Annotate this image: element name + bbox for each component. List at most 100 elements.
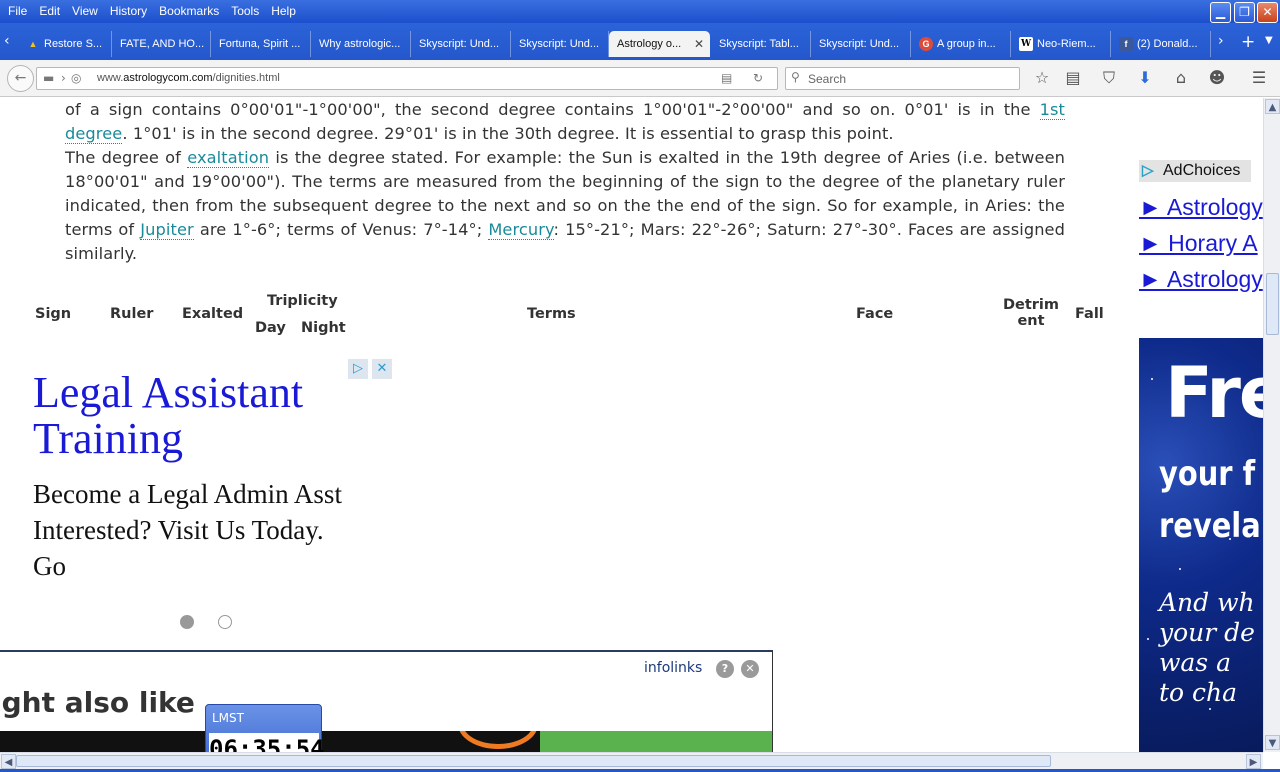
header-night: Night [301, 320, 346, 336]
new-tab-icon[interactable]: + [1241, 32, 1255, 52]
reader-view-icon[interactable]: ▤ [721, 71, 732, 85]
adchoices-icon: ▷ [1142, 162, 1154, 179]
tab-skyscript-1[interactable]: Skyscript: Und... [411, 31, 511, 57]
tab-close-icon[interactable]: ✕ [694, 31, 704, 57]
link-jupiter[interactable]: Jupiter [140, 220, 194, 240]
horizontal-scroll-thumb[interactable] [16, 755, 1051, 767]
header-face: Face [856, 306, 894, 322]
carousel-dot-active[interactable] [180, 615, 194, 629]
tab-label: Skyscript: Und... [519, 38, 600, 50]
menu-file[interactable]: File [2, 4, 33, 18]
downloads-icon[interactable]: ⬇ [1135, 69, 1155, 87]
menu-history[interactable]: History [104, 4, 153, 18]
search-input[interactable] [808, 70, 1008, 87]
menu-bookmarks[interactable]: Bookmarks [153, 4, 225, 18]
header-fall: Fall [1075, 306, 1104, 322]
tab-why-astrologic[interactable]: Why astrologic... [311, 31, 411, 57]
url-text[interactable]: www.astrologycom.com/dignities.html [97, 72, 280, 84]
right-sidebar: ▷ AdChoices ► Astrology ► Horary A ► Ast… [1139, 98, 1263, 752]
menu-edit[interactable]: Edit [33, 4, 66, 18]
menu-help[interactable]: Help [265, 4, 302, 18]
recommendations-thumbnails[interactable] [0, 731, 772, 754]
tab-restore-session[interactable]: ▲ Restore S... [18, 31, 112, 57]
banner-subhead: your f revela [1159, 454, 1261, 546]
google-plus-icon: G [919, 37, 933, 52]
ad-link-astrology-1[interactable]: ► Astrology [1139, 194, 1263, 221]
minimize-button[interactable]: ▁ [1210, 2, 1231, 23]
vertical-scrollbar[interactable]: ▲ ▼ [1263, 98, 1280, 752]
scroll-left-icon[interactable]: ◀ [1, 754, 16, 769]
dignities-table-header: Sign Ruler Exalted Triplicity Day Night … [0, 288, 1120, 348]
home-icon[interactable]: ⌂ [1171, 69, 1191, 87]
chat-icon[interactable]: ☻ [1207, 69, 1227, 87]
tab-scroll-left-icon[interactable]: ‹ [4, 33, 10, 49]
close-window-button[interactable]: ✕ [1257, 2, 1278, 23]
clock-label: LMST [212, 711, 244, 725]
back-arrow-icon: ← [14, 70, 27, 86]
tab-neo-riemann[interactable]: W Neo-Riem... [1011, 31, 1111, 57]
scroll-down-icon[interactable]: ▼ [1265, 735, 1280, 750]
menu-tools[interactable]: Tools [225, 4, 265, 18]
tab-label: Restore S... [44, 38, 103, 50]
facebook-icon: f [1119, 37, 1133, 52]
tab-scroll-right-icon[interactable]: › [1218, 33, 1224, 49]
tab-skyscript-3[interactable]: Skyscript: Und... [811, 31, 911, 57]
sidebar-banner-ad[interactable]: Fre your f revela And wh your de was a to ch… [1139, 338, 1263, 752]
infolinks-logo: infolinks [644, 660, 703, 676]
tab-label: A group in... [937, 38, 996, 50]
bookmarks-list-icon[interactable]: ▤ [1063, 69, 1083, 87]
ad-go-link[interactable]: Go [33, 548, 398, 584]
tab-facebook[interactable]: f (2) Donald... [1111, 31, 1211, 57]
scroll-up-icon[interactable]: ▲ [1265, 99, 1280, 114]
tab-fate[interactable]: FATE, AND HO... [112, 31, 211, 57]
tab-group[interactable]: G A group in... [911, 31, 1011, 57]
folder-icon[interactable]: ▬ [43, 71, 54, 85]
menu-view[interactable]: View [66, 4, 104, 18]
header-sign: Sign [35, 306, 72, 322]
tab-label: FATE, AND HO... [120, 38, 205, 50]
minimize-icon: ▁ [1215, 5, 1226, 19]
tab-skyscript-2[interactable]: Skyscript: Und... [511, 31, 609, 57]
hamburger-menu-icon[interactable]: ☰ [1249, 69, 1269, 87]
header-terms: Terms [527, 306, 576, 322]
ad-link-horary[interactable]: ► Horary A [1139, 230, 1258, 257]
tab-label: Neo-Riem... [1037, 38, 1096, 50]
ad-body[interactable]: Become a Legal Admin Asst Interested? Vi… [33, 476, 398, 584]
horizontal-scrollbar[interactable]: ◀ ▶ [0, 752, 1263, 769]
header-day: Day [255, 320, 286, 336]
tab-label: Skyscript: Und... [419, 38, 500, 50]
help-icon[interactable]: ? [716, 660, 734, 678]
restore-button[interactable]: ❐ [1234, 2, 1255, 23]
chevron-right-icon: › [61, 71, 66, 85]
tab-list-icon[interactable]: ▼ [1265, 35, 1273, 46]
paragraph-degrees: of a sign contains 0°00'01"-1°00'00", th… [65, 100, 1065, 144]
bookmark-star-icon[interactable]: ☆ [1032, 69, 1052, 87]
ad-close-icon[interactable]: ✕ [372, 359, 392, 379]
header-ruler: Ruler [110, 306, 154, 322]
adchoices-badge[interactable]: ▷ AdChoices [1139, 160, 1251, 182]
reload-icon[interactable]: ↻ [753, 71, 763, 85]
ad-link-astrology-2[interactable]: ► Astrology [1139, 266, 1263, 293]
tab-astrology-active[interactable]: Astrology o... ✕ [609, 31, 710, 57]
close-icon[interactable]: ✕ [741, 660, 759, 678]
tab-label: Skyscript: Und... [819, 38, 900, 50]
ad-choices-icon[interactable]: ▷ [348, 359, 368, 379]
globe-icon[interactable]: ◎ [71, 71, 81, 85]
banner-headline: Fre [1165, 352, 1263, 434]
header-triplicity: Triplicity [267, 293, 338, 309]
tab-fortuna[interactable]: Fortuna, Spirit ... [211, 31, 311, 57]
link-mercury[interactable]: Mercury [488, 220, 554, 240]
scroll-right-icon[interactable]: ▶ [1246, 754, 1261, 769]
ad-legal-assistant[interactable]: Legal Assistant Training Become a Legal … [33, 370, 398, 620]
tab-skyscript-table[interactable]: Skyscript: Tabl... [711, 31, 811, 57]
search-bar[interactable]: ⚲ [785, 67, 1020, 90]
article-text: of a sign contains 0°00'01"-1°00'00", th… [65, 98, 1065, 266]
pocket-icon[interactable]: ⛉ [1099, 69, 1119, 87]
vertical-scroll-thumb[interactable] [1266, 273, 1279, 335]
link-exaltation[interactable]: exaltation [187, 148, 270, 168]
tab-label: Skyscript: Tabl... [719, 38, 799, 50]
url-bar[interactable]: ▬ › ◎ www.astrologycom.com/dignities.htm… [36, 67, 778, 90]
back-button[interactable]: ← [7, 65, 34, 92]
carousel-dot[interactable] [218, 615, 232, 629]
ad-title[interactable]: Legal Assistant Training [33, 370, 398, 462]
